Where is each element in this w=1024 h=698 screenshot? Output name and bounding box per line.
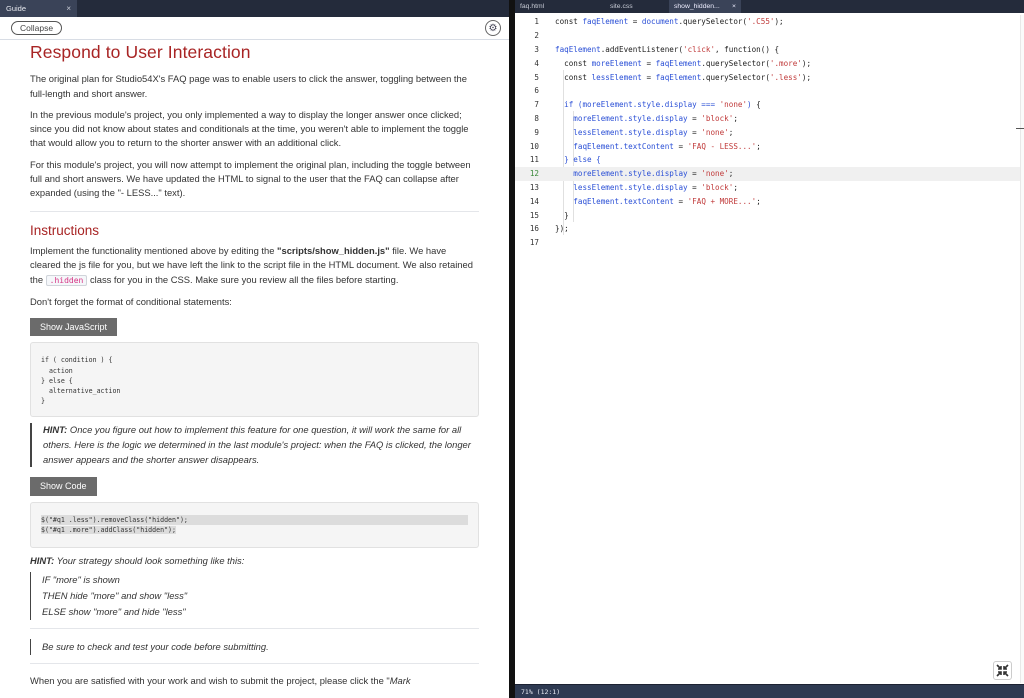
submit-text: When you are satisfied with your work an… bbox=[30, 675, 390, 687]
hint-text: Your strategy should look something like… bbox=[54, 554, 245, 566]
code-line: if ( condition ) { bbox=[41, 356, 113, 365]
status-bar: 71% (12:1) bbox=[515, 684, 1024, 698]
code-line-7: 7 if (moreElement.style.display === 'non… bbox=[534, 100, 761, 110]
code-line-3: 3 faqElement.addEventListener('click', fu… bbox=[534, 44, 780, 54]
instructions-heading: Instructions bbox=[30, 222, 100, 238]
strategy-line: THEN hide "more" and show "less" bbox=[42, 590, 188, 602]
editor-scrollbar[interactable] bbox=[1020, 15, 1024, 683]
screen: Guide × Collapse ⚙ Respond to User Inter… bbox=[0, 0, 1024, 698]
editor-tabbar: faq.html site.css show_hidden... × bbox=[515, 0, 1024, 13]
code-line-10: 10 faqElement.textContent = 'FAQ - LESS.… bbox=[529, 141, 761, 151]
hint-label: HINT: bbox=[30, 554, 55, 566]
code-line-8: 8 moreElement.style.display = 'block'; bbox=[534, 113, 738, 123]
conditional-code-block: if ( condition ) { action } else { alter… bbox=[30, 342, 479, 418]
submit-instructions: When you are satisfied with your work an… bbox=[30, 674, 479, 688]
editor-panel: faq.html site.css show_hidden... × 1 const… bbox=[515, 0, 1024, 698]
jquery-code-block: $("#q1 .less").removeClass("hidden"); $("… bbox=[30, 501, 479, 548]
code-line: } else { bbox=[41, 376, 73, 385]
hidden-class-code: .hidden bbox=[45, 274, 88, 286]
code-line: } bbox=[41, 397, 45, 406]
guide-toolbar: Collapse ⚙ bbox=[0, 17, 509, 40]
tab-label: site.css bbox=[610, 3, 633, 10]
code-line-2: 2 bbox=[534, 31, 539, 41]
code-line-4: 4 const moreElement = faqElement.querySe… bbox=[534, 58, 812, 68]
code-line-6: 6 bbox=[534, 86, 539, 96]
reminder-quote: Be sure to check and test your code befo… bbox=[30, 639, 479, 656]
code-line-9: 9 lessElement.style.display = 'none'; bbox=[534, 127, 734, 137]
show-javascript-button[interactable]: Show JavaScript bbox=[30, 318, 118, 337]
scroll-marker bbox=[1016, 128, 1024, 129]
intro-paragraph: For this module's project, you will now … bbox=[30, 158, 471, 199]
tab-site-css[interactable]: site.css bbox=[592, 0, 669, 13]
collapse-arrows-icon[interactable] bbox=[993, 661, 1012, 680]
guide-tabbar: Guide × bbox=[0, 0, 509, 17]
divider bbox=[30, 210, 479, 212]
strategy-line: ELSE show "more" and hide "less" bbox=[42, 606, 186, 618]
close-icon[interactable]: × bbox=[732, 3, 736, 10]
code-line-13: 13 lessElement.style.display = 'block'; bbox=[529, 182, 738, 192]
strategy-line: IF "more" is shown bbox=[42, 574, 120, 586]
tab-guide-label: Guide bbox=[6, 4, 27, 13]
divider bbox=[30, 663, 479, 665]
file-path: "scripts/show_hidden.js" bbox=[277, 244, 390, 256]
tab-label: show_hidden... bbox=[674, 3, 720, 10]
intro-paragraph: In the previous module's project, you on… bbox=[30, 108, 469, 149]
code-line: $("#q1 .less").removeClass("hidden"); bbox=[41, 514, 468, 525]
hint-text: Once you figure out how to implement thi… bbox=[43, 424, 471, 465]
show-code-button[interactable]: Show Code bbox=[30, 477, 97, 496]
tab-guide[interactable]: Guide × bbox=[0, 0, 77, 17]
code-line-15: 15 } bbox=[529, 210, 569, 220]
divider bbox=[30, 628, 479, 630]
tab-faq-html[interactable]: faq.html bbox=[515, 0, 592, 13]
instr-text: Implement the functionality mentioned ab… bbox=[30, 244, 278, 256]
collapse-button[interactable]: Collapse bbox=[11, 21, 63, 35]
guide-panel: Guide × Collapse ⚙ Respond to User Inter… bbox=[0, 0, 512, 698]
code-line: action bbox=[41, 366, 73, 375]
code-line-17: 17 bbox=[529, 238, 539, 248]
gear-icon[interactable]: ⚙ bbox=[485, 20, 501, 36]
code-line: $("#q1 .more").addClass("hidden"); bbox=[41, 525, 176, 534]
code-line: alternative_action bbox=[41, 387, 121, 396]
code-line-12: 12 moreElement.style.display = 'none'; bbox=[515, 166, 1020, 181]
code-line-1: 1 const faqElement = document.querySelect… bbox=[534, 17, 784, 27]
submit-text-italic: Mark bbox=[389, 675, 411, 687]
tab-label: faq.html bbox=[520, 3, 545, 10]
close-icon[interactable]: × bbox=[66, 4, 71, 13]
strategy-quote: IF "more" is shown THEN hide "more" and … bbox=[30, 572, 479, 621]
page-title: Respond to User Interaction bbox=[30, 42, 251, 62]
intro-paragraph: The original plan for Studio54X's FAQ pa… bbox=[30, 73, 467, 99]
code-line-16: 16}); bbox=[529, 224, 569, 234]
guide-content: Respond to User Interaction The original… bbox=[0, 42, 509, 689]
tab-show-hidden-js[interactable]: show_hidden... × bbox=[669, 0, 741, 13]
hint-block: HINT: Once you figure out how to impleme… bbox=[30, 423, 479, 468]
status-text: 71% (12:1) bbox=[521, 687, 561, 696]
hint-strategy: HINT: Your strategy should look somethin… bbox=[30, 554, 479, 568]
instr-text: class for you in the CSS. Make sure you … bbox=[87, 273, 399, 285]
code-line-11: 11 } else { bbox=[529, 155, 601, 165]
code-line-5: 5 const lessElement = faqElement.querySe… bbox=[534, 72, 812, 82]
hint-label: HINT: bbox=[43, 424, 68, 436]
reminder-text: Be sure to check and test your code befo… bbox=[42, 641, 269, 653]
code-editor[interactable]: 1 const faqElement = document.querySelect… bbox=[515, 15, 1020, 683]
code-line-14: 14 faqElement.textContent = 'FAQ + MORE.… bbox=[529, 196, 761, 206]
instructions-paragraph: Implement the functionality mentioned ab… bbox=[30, 244, 479, 288]
collapse-arrows-glyph bbox=[996, 664, 1009, 677]
conditional-reminder: Don't forget the format of conditional s… bbox=[30, 295, 232, 307]
